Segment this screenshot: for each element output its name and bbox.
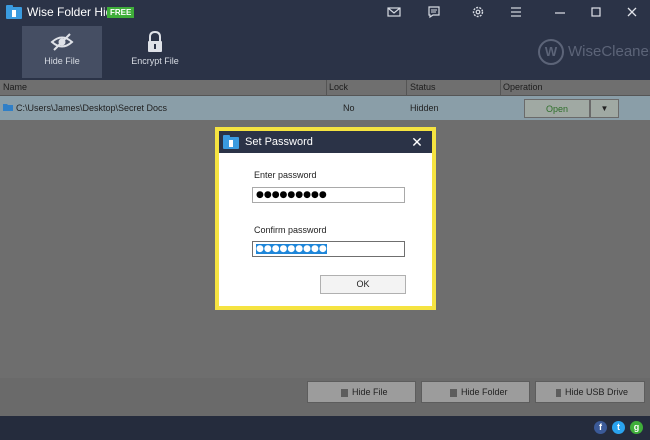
column-divider [500,80,501,96]
folder-icon [450,388,457,397]
row-name: C:\Users\James\Desktop\Secret Docs [16,103,168,113]
hide-folder-button[interactable]: Hide Folder [421,381,530,403]
twitter-icon[interactable]: t [612,421,625,434]
app-logo-icon [6,5,22,19]
row-lock: No [343,103,355,113]
toolbar: Hide File Encrypt File W WiseCleaner [0,24,650,80]
column-header-name[interactable]: Name [3,82,27,92]
encrypt-file-tab[interactable]: Encrypt File [115,26,195,78]
operation-dropdown-button[interactable]: ▼ [590,99,619,118]
hide-file-tab-label: Hide File [44,56,80,66]
table-header: Name Lock Status Operation [0,80,650,96]
file-icon [341,388,348,397]
lock-icon [148,30,162,52]
ok-button[interactable]: OK [320,275,406,294]
title-bar: Wise Folder Hider FREE [0,0,650,24]
eye-slash-icon [50,33,74,51]
brand-mark: W [538,39,564,65]
confirm-password-label: Confirm password [254,225,327,235]
column-divider [406,80,407,96]
column-header-operation[interactable]: Operation [503,82,543,92]
selected-text: ●●●●●●●●● [256,244,327,254]
facebook-icon[interactable]: f [594,421,607,434]
enter-password-label: Enter password [254,170,317,180]
hide-usb-drive-button[interactable]: Hide USB Drive [535,381,645,403]
hide-folder-button-label: Hide Folder [461,387,508,397]
enter-password-field[interactable]: ●●●●●●●●● [252,187,405,203]
hide-file-tab[interactable]: Hide File [22,26,102,78]
mail-icon[interactable] [387,5,401,19]
feedback-icon[interactable] [427,5,441,19]
usb-icon [556,388,561,397]
minimize-icon[interactable] [553,5,567,19]
hide-file-button[interactable]: Hide File [307,381,416,403]
settings-icon[interactable] [471,5,485,19]
open-button[interactable]: Open [524,99,590,118]
menu-icon[interactable] [509,5,523,19]
confirm-password-field[interactable]: ●●●●●●●●● [252,241,405,257]
google-plus-icon[interactable]: g [630,421,643,434]
dialog-title-bar: Set Password ✕ [219,131,432,153]
dialog-title: Set Password [245,136,313,148]
status-bar [0,416,650,440]
app-logo-icon [223,135,239,149]
encrypt-file-tab-label: Encrypt File [131,56,179,66]
close-icon[interactable] [625,5,639,19]
brand-logo: W WiseCleaner [538,39,650,65]
hide-usb-drive-button-label: Hide USB Drive [565,387,629,397]
dialog-close-icon[interactable]: ✕ [408,133,426,151]
brand-name: WiseCleaner [568,43,650,60]
set-password-dialog: Set Password ✕ Enter password ●●●●●●●●● … [219,131,432,306]
row-status: Hidden [410,103,439,113]
column-header-status[interactable]: Status [410,82,436,92]
free-badge: FREE [107,7,135,18]
column-divider [326,80,327,96]
hide-file-button-label: Hide File [352,387,388,397]
folder-icon [3,104,13,111]
maximize-icon[interactable] [589,5,603,19]
column-header-lock[interactable]: Lock [329,82,348,92]
